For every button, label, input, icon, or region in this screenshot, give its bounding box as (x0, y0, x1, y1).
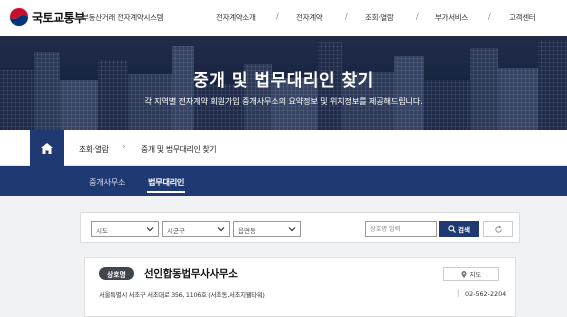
business-name-input[interactable] (365, 221, 437, 237)
breadcrumb-item-search-view[interactable]: 조회·열람 (79, 144, 109, 155)
nav-divider: / (488, 12, 491, 21)
result-card[interactable]: 상호명 선인합동법무사사무소 지도 서울특별시 서초구 서초대로 356, 11… (84, 257, 516, 317)
nav-item-search-view[interactable]: 조회·열람 (365, 12, 394, 23)
map-pin-icon (461, 270, 467, 278)
office-name[interactable]: 선인합동법무사사무소 (144, 266, 238, 281)
chevron-right-icon: › (122, 142, 126, 152)
refresh-icon (494, 225, 502, 233)
sido-select[interactable]: 시도 (91, 221, 159, 237)
office-phone: 02-562-2204 (465, 290, 507, 298)
chevron-down-icon (217, 227, 225, 232)
search-button[interactable]: 검색 (439, 221, 479, 237)
chevron-down-icon (146, 227, 154, 232)
search-icon (448, 225, 456, 233)
breadcrumb-item-current[interactable]: 중개 및 법무대리인 찾기 (141, 144, 217, 155)
org-name[interactable]: 국토교통부 (32, 9, 85, 26)
sigungu-select-value: 시군구 (167, 227, 185, 235)
nav-item-extra-services[interactable]: 부가서비스 (435, 12, 468, 23)
divider: | (457, 289, 460, 297)
eupmyeondong-select[interactable]: 읍면동 (233, 221, 301, 237)
sido-select-value: 시도 (96, 227, 108, 235)
office-address: 서울특별시 서초구 서초대로 356, 1106호 (서초동,서초지웰타워) (99, 291, 265, 299)
active-tab-indicator (147, 191, 185, 193)
page-subtitle: 각 지역별 전자계약 회원가입 중개사무소의 요약정보 및 위치정보를 제공해드… (144, 96, 423, 106)
tab-legal-agent[interactable]: 법무대리인 (148, 176, 184, 188)
sigungu-select[interactable]: 시군구 (162, 221, 230, 237)
home-icon (41, 142, 53, 154)
search-filter-panel: 시도 시군구 읍면동 검색 (80, 212, 520, 243)
search-button-label: 검색 (458, 226, 470, 234)
page-title: 중개 및 법무대리인 찾기 (193, 71, 374, 91)
nav-item-customer-center[interactable]: 고객센터 (509, 12, 536, 23)
map-button-label: 지도 (469, 271, 482, 279)
nav-divider: / (345, 12, 348, 21)
reset-button[interactable] (483, 221, 513, 237)
home-button[interactable] (30, 130, 64, 166)
tab-brokerage-office[interactable]: 중개사무소 (89, 176, 125, 188)
nav-item-e-contract[interactable]: 전자계약 (296, 12, 323, 23)
chevron-down-icon (288, 227, 296, 232)
eupmyeondong-select-value: 읍면동 (238, 227, 256, 235)
business-name-badge: 상호명 (99, 267, 134, 280)
map-button[interactable]: 지도 (443, 267, 499, 281)
nav-divider: / (416, 12, 419, 21)
government-logo-icon[interactable] (9, 7, 29, 27)
nav-item-contract-intro[interactable]: 전자계약소개 (216, 12, 256, 23)
top-header: 국토교통부 부동산거래 전자계약시스템 전자계약소개 / 전자계약 / 조회·열… (0, 0, 567, 36)
page-banner: 중개 및 법무대리인 찾기 각 지역별 전자계약 회원가입 중개사무소의 요약정… (0, 36, 567, 130)
breadcrumb: 조회·열람 › 중개 및 법무대리인 찾기 (0, 130, 567, 166)
nav-divider: / (276, 12, 279, 21)
system-name[interactable]: 부동산거래 전자계약시스템 (82, 12, 164, 23)
tab-bar: 중개사무소 법무대리인 (0, 166, 567, 196)
